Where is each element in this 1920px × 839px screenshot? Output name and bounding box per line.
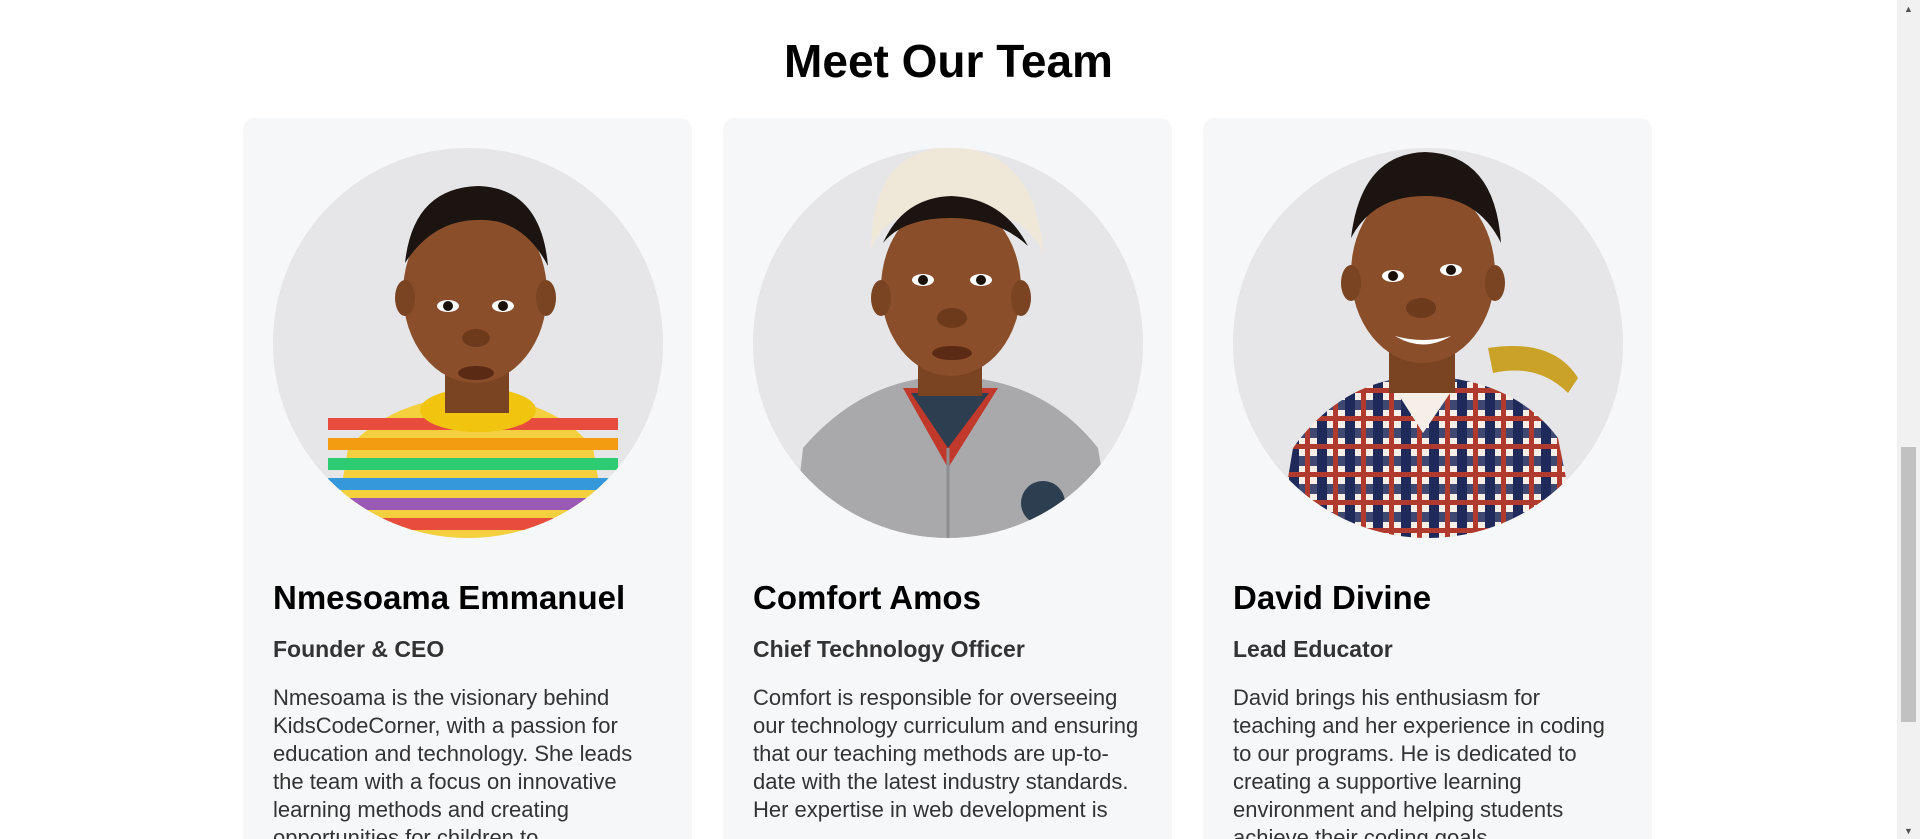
member-bio: Nmesoama is the visionary behind KidsCod…: [273, 685, 633, 839]
member-name: Nmesoama Emmanuel: [273, 579, 626, 616]
member-name: Comfort Amos: [753, 579, 981, 616]
portrait-photo-icon: [753, 148, 1143, 538]
member-bio: Comfort is responsible for overseeing ou…: [753, 685, 1139, 822]
member-role: Lead Educator: [1233, 636, 1393, 662]
member-bio: David brings his enthusiasm for teaching…: [1233, 685, 1605, 839]
member-role: Chief Technology Officer: [753, 636, 1025, 662]
section-title: Meet Our Team: [784, 35, 1113, 87]
avatar-photo: [1233, 148, 1623, 538]
team-card: Comfort Amos Chief Technology Officer Co…: [723, 118, 1172, 839]
member-name: David Divine: [1233, 579, 1432, 616]
page: Meet Our Team Nmesoama Emmanuel Founder …: [0, 0, 1897, 839]
triangle-up-icon[interactable]: ▲: [1897, 0, 1920, 17]
triangle-down-icon[interactable]: ▼: [1897, 822, 1920, 839]
team-card: Nmesoama Emmanuel Founder & CEO Nmesoama…: [243, 118, 692, 839]
team-card: David Divine Lead Educator David brings …: [1203, 118, 1652, 839]
portrait-photo-icon: [273, 148, 663, 538]
vertical-scrollbar[interactable]: ▲ ▼: [1897, 0, 1920, 839]
member-role: Founder & CEO: [273, 636, 445, 662]
scrollbar-thumb[interactable]: [1901, 447, 1916, 722]
avatar-photo: [753, 148, 1143, 538]
avatar-photo: [273, 148, 663, 538]
portrait-photo-icon: [1233, 148, 1623, 538]
